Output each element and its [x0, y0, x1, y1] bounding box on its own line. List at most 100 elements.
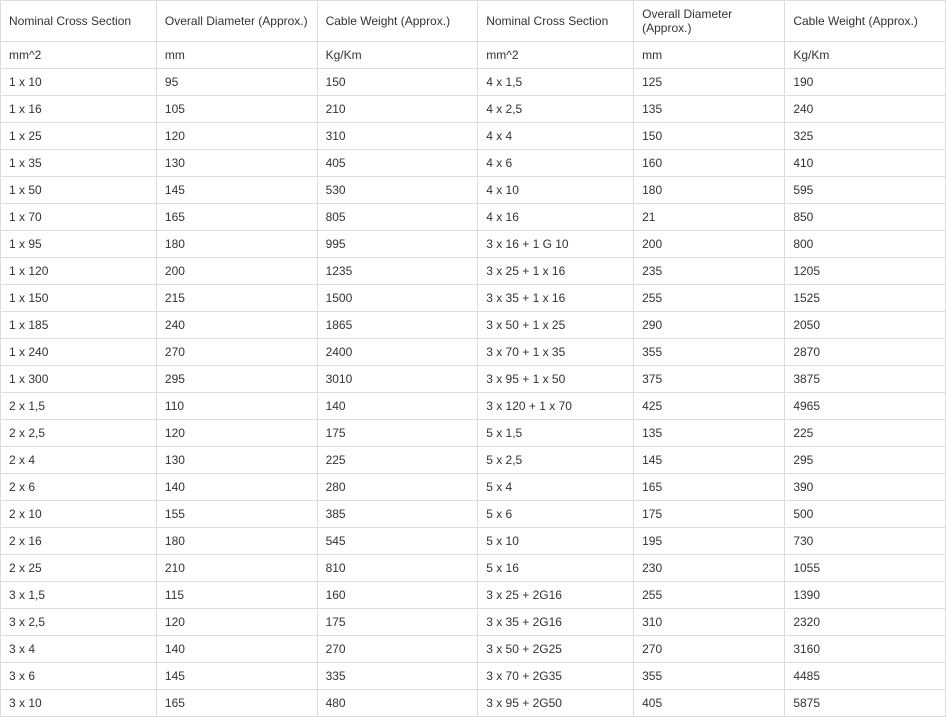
table-cell: 135	[634, 420, 785, 447]
table-cell: 995	[317, 231, 478, 258]
table-cell: 4 x 6	[478, 150, 634, 177]
table-cell: 3 x 95 + 2G50	[478, 690, 634, 717]
table-cell: 160	[317, 582, 478, 609]
table-cell: 175	[634, 501, 785, 528]
table-cell: 1 x 185	[1, 312, 157, 339]
table-row: 1 x 12020012353 x 25 + 1 x 162351205	[1, 258, 946, 285]
table-cell: 1525	[785, 285, 946, 312]
table-cell: 3 x 120 + 1 x 70	[478, 393, 634, 420]
unit-cell: mm^2	[478, 42, 634, 69]
table-cell: 5 x 4	[478, 474, 634, 501]
table-cell: 3 x 35 + 2G16	[478, 609, 634, 636]
table-cell: 1 x 10	[1, 69, 157, 96]
table-cell: 355	[634, 663, 785, 690]
table-cell: 175	[317, 420, 478, 447]
table-cell: 295	[785, 447, 946, 474]
table-cell: 5 x 2,5	[478, 447, 634, 474]
table-cell: 2 x 1,5	[1, 393, 157, 420]
table-cell: 1 x 150	[1, 285, 157, 312]
table-cell: 335	[317, 663, 478, 690]
table-cell: 730	[785, 528, 946, 555]
table-cell: 1390	[785, 582, 946, 609]
header-overall-diameter-1: Overall Diameter (Approx.)	[156, 1, 317, 42]
table-cell: 120	[156, 609, 317, 636]
table-cell: 390	[785, 474, 946, 501]
table-cell: 2400	[317, 339, 478, 366]
table-cell: 500	[785, 501, 946, 528]
table-cell: 140	[156, 474, 317, 501]
table-cell: 270	[634, 636, 785, 663]
table-cell: 545	[317, 528, 478, 555]
table-cell: 3 x 50 + 2G25	[478, 636, 634, 663]
table-cell: 240	[785, 96, 946, 123]
header-row: Nominal Cross Section Overall Diameter (…	[1, 1, 946, 42]
table-cell: 3 x 50 + 1 x 25	[478, 312, 634, 339]
table-row: 1 x 951809953 x 16 + 1 G 10200800	[1, 231, 946, 258]
table-cell: 3 x 2,5	[1, 609, 157, 636]
table-cell: 5 x 16	[478, 555, 634, 582]
table-cell: 145	[634, 447, 785, 474]
table-cell: 155	[156, 501, 317, 528]
table-cell: 200	[634, 231, 785, 258]
table-cell: 150	[634, 123, 785, 150]
table-cell: 255	[634, 582, 785, 609]
table-cell: 1 x 16	[1, 96, 157, 123]
table-cell: 2870	[785, 339, 946, 366]
table-cell: 4 x 10	[478, 177, 634, 204]
table-cell: 1 x 35	[1, 150, 157, 177]
table-cell: 1205	[785, 258, 946, 285]
table-cell: 2 x 2,5	[1, 420, 157, 447]
table-cell: 5 x 6	[478, 501, 634, 528]
table-cell: 255	[634, 285, 785, 312]
table-cell: 3 x 4	[1, 636, 157, 663]
table-cell: 270	[317, 636, 478, 663]
unit-cell: mm	[156, 42, 317, 69]
table-cell: 1055	[785, 555, 946, 582]
table-cell: 120	[156, 420, 317, 447]
table-cell: 3010	[317, 366, 478, 393]
table-cell: 215	[156, 285, 317, 312]
table-cell: 230	[634, 555, 785, 582]
table-cell: 4 x 16	[478, 204, 634, 231]
table-cell: 2 x 4	[1, 447, 157, 474]
table-row: 2 x 61402805 x 4165390	[1, 474, 946, 501]
table-cell: 3 x 95 + 1 x 50	[478, 366, 634, 393]
table-cell: 235	[634, 258, 785, 285]
table-cell: 355	[634, 339, 785, 366]
table-cell: 190	[785, 69, 946, 96]
header-cable-weight-1: Cable Weight (Approx.)	[317, 1, 478, 42]
table-cell: 3 x 25 + 1 x 16	[478, 258, 634, 285]
table-cell: 280	[317, 474, 478, 501]
table-cell: 2 x 16	[1, 528, 157, 555]
cable-spec-table: Nominal Cross Section Overall Diameter (…	[0, 0, 946, 717]
table-cell: 405	[317, 150, 478, 177]
table-row: 3 x 2,51201753 x 35 + 2G163102320	[1, 609, 946, 636]
header-nominal-cross-section-2: Nominal Cross Section	[478, 1, 634, 42]
table-row: 2 x 41302255 x 2,5145295	[1, 447, 946, 474]
table-cell: 135	[634, 96, 785, 123]
table-row: 2 x 161805455 x 10195730	[1, 528, 946, 555]
table-row: 1 x 251203104 x 4150325	[1, 123, 946, 150]
table-cell: 805	[317, 204, 478, 231]
table-cell: 5 x 1,5	[478, 420, 634, 447]
table-cell: 210	[317, 96, 478, 123]
table-cell: 195	[634, 528, 785, 555]
table-row: 3 x 61453353 x 70 + 2G353554485	[1, 663, 946, 690]
table-cell: 240	[156, 312, 317, 339]
table-cell: 375	[634, 366, 785, 393]
table-cell: 4 x 1,5	[478, 69, 634, 96]
table-row: 1 x 701658054 x 1621850	[1, 204, 946, 231]
table-cell: 405	[634, 690, 785, 717]
table-cell: 95	[156, 69, 317, 96]
table-cell: 1 x 95	[1, 231, 157, 258]
table-cell: 175	[317, 609, 478, 636]
table-cell: 145	[156, 177, 317, 204]
table-cell: 2 x 25	[1, 555, 157, 582]
table-cell: 3160	[785, 636, 946, 663]
table-cell: 225	[785, 420, 946, 447]
unit-cell: mm^2	[1, 42, 157, 69]
table-cell: 165	[156, 204, 317, 231]
table-cell: 385	[317, 501, 478, 528]
table-cell: 2 x 10	[1, 501, 157, 528]
table-cell: 1 x 240	[1, 339, 157, 366]
